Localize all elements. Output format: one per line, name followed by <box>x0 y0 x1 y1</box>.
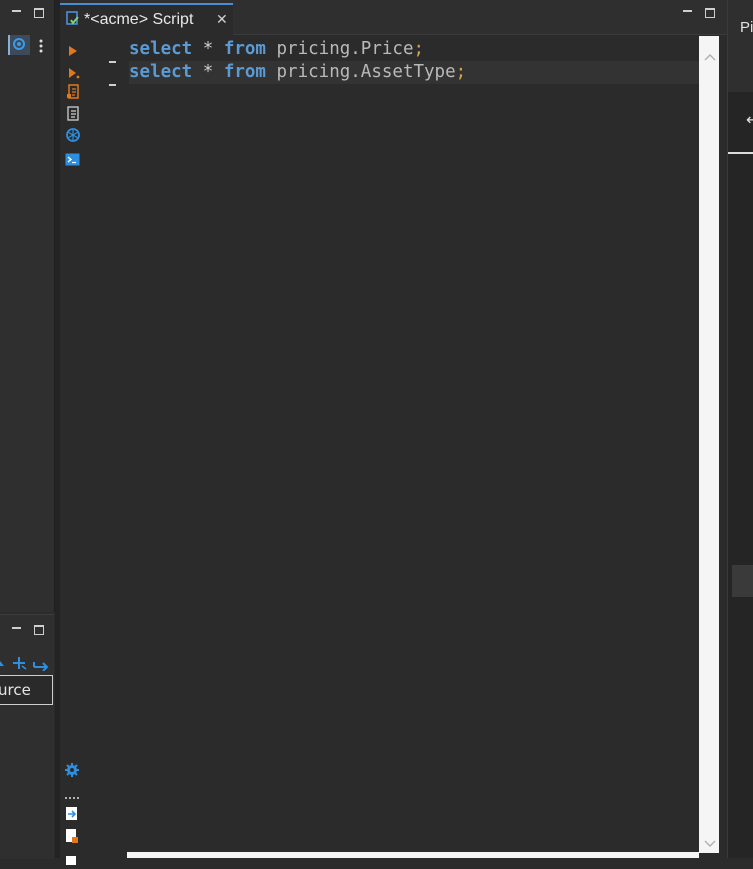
view-menu-icon[interactable] <box>38 38 44 57</box>
sql-editor: *<acme> Script ✕ select * from pricing.P… <box>60 0 727 865</box>
code-line-current[interactable]: select * from pricing.AssetType; <box>129 61 699 84</box>
scroll-up-icon[interactable] <box>704 46 716 65</box>
right-panel-item[interactable] <box>732 565 753 597</box>
divider <box>728 152 753 154</box>
collapse-icon[interactable] <box>0 655 8 674</box>
identifier: pricing.AssetType <box>265 62 456 82</box>
maximize-icon[interactable] <box>34 625 44 635</box>
editor-side-toolbar <box>60 35 84 865</box>
link-with-editor-button[interactable] <box>8 35 30 55</box>
import-icon[interactable] <box>65 828 79 848</box>
file-icon[interactable] <box>65 850 79 869</box>
punctuation: ; <box>455 62 467 82</box>
link-icon[interactable] <box>33 656 51 675</box>
terminal-icon[interactable] <box>65 151 80 170</box>
horizontal-scrollbar[interactable] <box>127 852 699 858</box>
explain-plan-icon[interactable] <box>66 84 80 104</box>
load-plan-icon[interactable] <box>66 106 80 126</box>
execute-statement-icon[interactable] <box>68 42 78 61</box>
left-top-panel <box>0 0 55 612</box>
right-panel-header: Pi <box>728 0 753 92</box>
line-mark <box>109 61 116 63</box>
maximize-icon[interactable] <box>34 8 44 18</box>
tab-title: *<acme> Script <box>84 11 194 28</box>
editor-tab-bar: *<acme> Script ✕ <box>60 0 727 36</box>
keyword: from <box>223 62 266 82</box>
execute-script-icon[interactable] <box>68 64 80 83</box>
left-top-panel-header <box>0 0 54 30</box>
script-file-icon <box>65 10 81 32</box>
back-arrow-icon[interactable]: ← <box>746 110 753 129</box>
left-bottom-panel: urce <box>0 614 54 859</box>
minimize-icon[interactable] <box>12 627 21 629</box>
keyword: select <box>129 62 193 82</box>
operator: * <box>192 62 224 82</box>
right-panel: Pi ← <box>727 0 753 858</box>
punctuation: ; <box>413 39 425 59</box>
maximize-icon[interactable] <box>705 8 715 18</box>
more-icon[interactable] <box>64 785 80 804</box>
sync-icon <box>13 38 25 50</box>
identifier: pricing.Price <box>265 39 414 59</box>
settings-icon[interactable] <box>64 762 80 782</box>
scroll-down-icon[interactable] <box>704 833 716 852</box>
keyword: from <box>223 39 266 59</box>
ai-assistant-icon[interactable] <box>65 127 81 147</box>
vertical-scrollbar[interactable] <box>699 36 719 853</box>
left-top-toolbar <box>0 34 54 56</box>
export-icon[interactable] <box>65 806 79 825</box>
minimize-icon[interactable] <box>683 10 692 12</box>
code-area[interactable]: select * from pricing.Price; select * fr… <box>129 38 699 84</box>
source-tab[interactable]: urce <box>0 675 53 705</box>
minimize-icon[interactable] <box>12 10 21 12</box>
editor-tab-script[interactable]: *<acme> Script ✕ <box>60 3 233 36</box>
close-icon[interactable]: ✕ <box>216 12 228 28</box>
code-line[interactable]: select * from pricing.Price; <box>129 38 699 61</box>
right-panel-title[interactable]: Pi <box>740 19 753 36</box>
keyword: select <box>129 39 193 59</box>
line-mark <box>109 84 116 86</box>
add-connection-icon[interactable] <box>12 655 28 674</box>
operator: * <box>192 39 224 59</box>
